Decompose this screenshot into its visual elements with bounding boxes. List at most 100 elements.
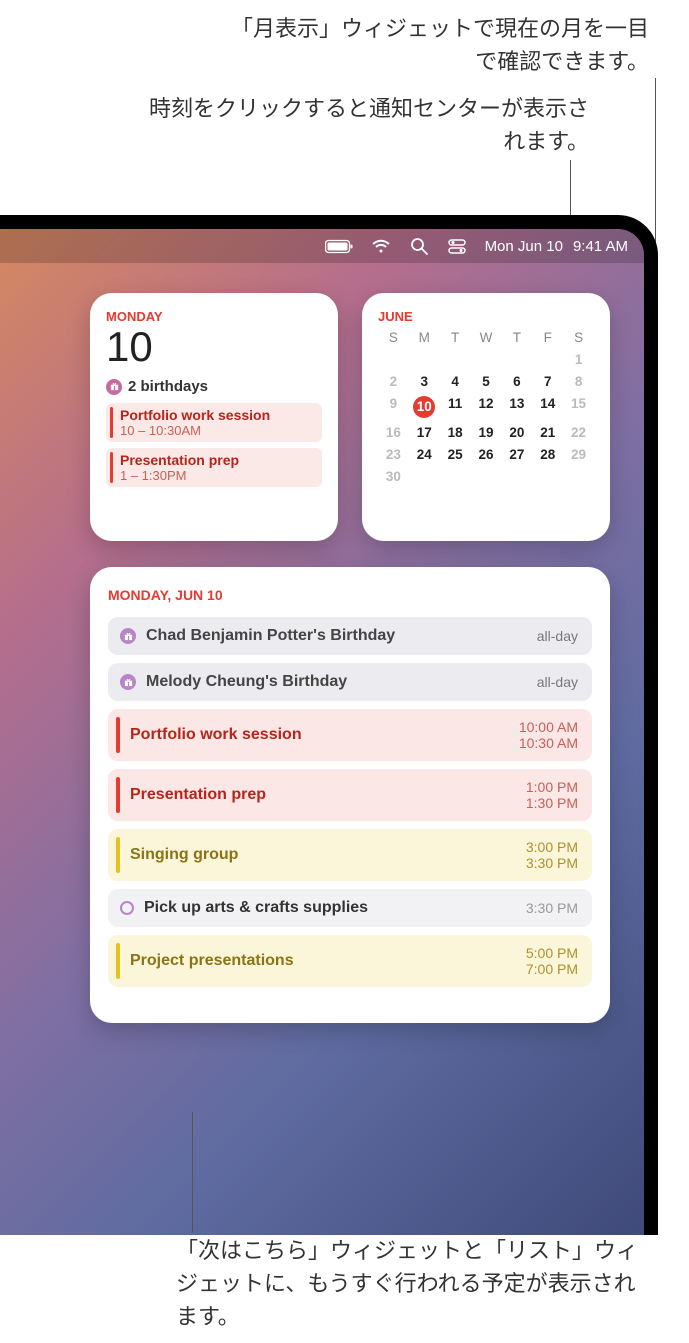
month-dow: W [471, 330, 502, 345]
month-day[interactable]: 20 [501, 425, 532, 440]
annotation-notification-center: 時刻をクリックすると通知センターが表示されます。 [149, 92, 589, 158]
reminder-circle-icon [120, 901, 134, 915]
month-day[interactable]: 2 [378, 374, 409, 389]
month-day[interactable]: 15 [563, 396, 594, 418]
annotation-line-list [192, 1112, 193, 1232]
widget-list[interactable]: MONDAY, JUN 10 Chad Benjamin Potter's Bi… [90, 567, 610, 1023]
list-event-name: Project presentations [130, 952, 516, 970]
menubar-date: Mon Jun 10 [485, 238, 563, 255]
month-day [440, 352, 471, 367]
upnext-event-time: 10 – 10:30AM [120, 423, 314, 438]
month-day [378, 352, 409, 367]
menubar: Mon Jun 10 9:41 AM [0, 229, 644, 263]
month-day[interactable]: 14 [532, 396, 563, 418]
month-day[interactable]: 21 [532, 425, 563, 440]
list-title: MONDAY, JUN 10 [108, 587, 592, 603]
list-event-name: Pick up arts & crafts supplies [144, 899, 516, 917]
month-day [471, 352, 502, 367]
gift-icon [120, 674, 136, 690]
event-color-bar [116, 777, 120, 813]
month-day[interactable]: 12 [471, 396, 502, 418]
month-day[interactable]: 18 [440, 425, 471, 440]
month-day[interactable]: 7 [532, 374, 563, 389]
widget-month[interactable]: JUNE SMTWTFS1234567891011121314151617181… [362, 293, 610, 541]
list-event-name: Presentation prep [130, 786, 516, 804]
month-day [501, 469, 532, 484]
month-day[interactable]: 26 [471, 447, 502, 462]
menubar-time: 9:41 AM [573, 238, 628, 255]
month-title: JUNE [378, 309, 594, 324]
event-color-bar [116, 717, 120, 753]
month-dow: T [501, 330, 532, 345]
upnext-event-title: Portfolio work session [120, 407, 314, 423]
month-day [532, 469, 563, 484]
list-event[interactable]: Pick up arts & crafts supplies3:30 PM [108, 889, 592, 927]
upnext-birthdays-label: 2 birthdays [128, 378, 208, 395]
month-day[interactable]: 23 [378, 447, 409, 462]
annotation-month-widget: 「月表示」ウィジェットで現在の月を一目で確認できます。 [229, 12, 649, 78]
month-dow: S [563, 330, 594, 345]
month-grid: SMTWTFS123456789101112131415161718192021… [378, 330, 594, 484]
month-day[interactable]: 6 [501, 374, 532, 389]
list-event-name: Chad Benjamin Potter's Birthday [146, 627, 527, 645]
list-event-times: 10:00 AM10:30 AM [519, 719, 578, 751]
month-day[interactable]: 9 [378, 396, 409, 418]
month-day[interactable]: 17 [409, 425, 440, 440]
month-day[interactable]: 28 [532, 447, 563, 462]
month-dow: T [440, 330, 471, 345]
widget-up-next[interactable]: MONDAY 10 2 birthdays Portfolio work ses… [90, 293, 338, 541]
month-day[interactable]: 16 [378, 425, 409, 440]
gift-icon [106, 379, 122, 395]
event-color-bar [116, 943, 120, 979]
list-event-times: 5:00 PM7:00 PM [526, 945, 578, 977]
list-event-times: all-day [537, 628, 578, 644]
month-day[interactable]: 5 [471, 374, 502, 389]
notification-center-widgets: MONDAY 10 2 birthdays Portfolio work ses… [90, 293, 614, 1023]
month-day[interactable]: 22 [563, 425, 594, 440]
control-center-icon[interactable] [447, 236, 467, 256]
list-event[interactable]: Project presentations 5:00 PM7:00 PM [108, 935, 592, 987]
list-event[interactable]: Portfolio work session 10:00 AM10:30 AM [108, 709, 592, 761]
upnext-event[interactable]: Presentation prep1 – 1:30PM [106, 448, 322, 487]
list-event-name: Singing group [130, 846, 516, 864]
month-day[interactable]: 10 [409, 396, 440, 418]
list-event-times: 3:00 PM3:30 PM [526, 839, 578, 871]
month-day[interactable]: 1 [563, 352, 594, 367]
month-day [532, 352, 563, 367]
list-event[interactable]: Melody Cheung's Birthdayall-day [108, 663, 592, 701]
upnext-dayname: MONDAY [106, 309, 322, 324]
month-day [563, 469, 594, 484]
month-day[interactable]: 24 [409, 447, 440, 462]
month-dow: F [532, 330, 563, 345]
gift-icon [120, 628, 136, 644]
month-dow: S [378, 330, 409, 345]
month-day[interactable]: 4 [440, 374, 471, 389]
annotation-list-widget: 「次はこちら」ウィジェットと「リスト」ウィジェットに、もうすぐ行われる予定が表示… [176, 1234, 656, 1333]
upnext-event-time: 1 – 1:30PM [120, 468, 314, 483]
month-day[interactable]: 13 [501, 396, 532, 418]
spotlight-icon[interactable] [409, 236, 429, 256]
month-day [471, 469, 502, 484]
upnext-birthdays: 2 birthdays [106, 378, 322, 395]
month-day[interactable]: 8 [563, 374, 594, 389]
list-event-name: Melody Cheung's Birthday [146, 673, 527, 691]
month-day [409, 469, 440, 484]
wifi-icon [371, 236, 391, 256]
month-day[interactable]: 29 [563, 447, 594, 462]
event-color-bar [116, 837, 120, 873]
month-day[interactable]: 25 [440, 447, 471, 462]
upnext-event[interactable]: Portfolio work session10 – 10:30AM [106, 403, 322, 442]
list-event[interactable]: Singing group 3:00 PM3:30 PM [108, 829, 592, 881]
list-event-name: Portfolio work session [130, 726, 509, 744]
upnext-event-title: Presentation prep [120, 452, 314, 468]
battery-icon [325, 239, 353, 254]
month-day[interactable]: 11 [440, 396, 471, 418]
list-event[interactable]: Presentation prep1:00 PM1:30 PM [108, 769, 592, 821]
month-day[interactable]: 19 [471, 425, 502, 440]
month-day [440, 469, 471, 484]
month-day[interactable]: 30 [378, 469, 409, 484]
month-day[interactable]: 3 [409, 374, 440, 389]
menubar-clock[interactable]: Mon Jun 10 9:41 AM [485, 238, 628, 255]
list-event[interactable]: Chad Benjamin Potter's Birthday all-day [108, 617, 592, 655]
month-day[interactable]: 27 [501, 447, 532, 462]
